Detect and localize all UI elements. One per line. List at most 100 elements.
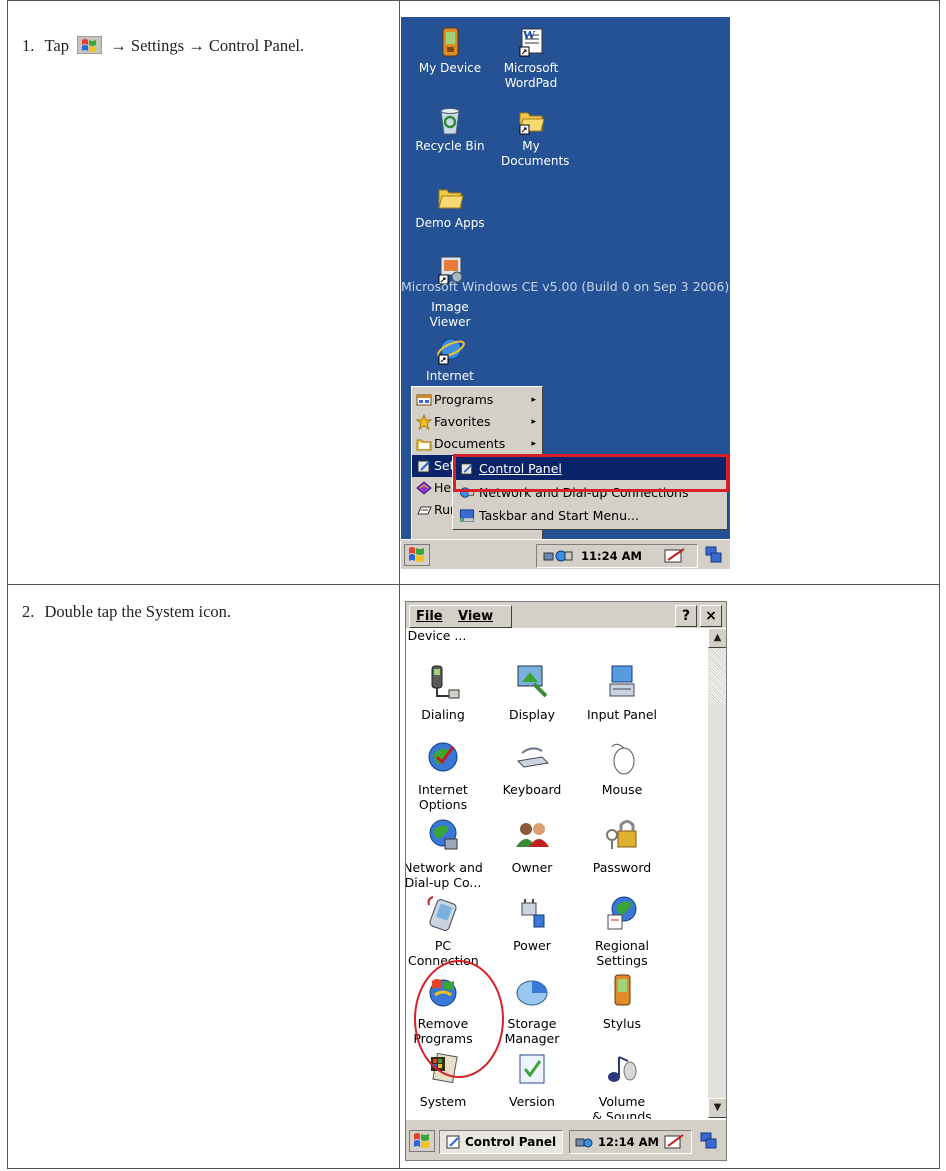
menu-file[interactable]: File (416, 606, 443, 627)
cp-item-label: Mouse (601, 782, 643, 797)
help-icon (416, 481, 432, 495)
run-icon (417, 506, 432, 515)
password-icon (606, 820, 637, 849)
desktop-switch-icon[interactable] (704, 545, 724, 565)
taskbar: 11:24 AM (401, 539, 730, 569)
cp-item-label: Owner (511, 860, 553, 875)
start-menu-item-programs[interactable]: Programs ▸ (412, 389, 542, 411)
desktop-icon-wordpad[interactable]: W Microsoft WordPad (486, 25, 576, 91)
desktop-icon-demo-apps[interactable]: Demo Apps (405, 180, 495, 231)
wordpad-icon: W (519, 28, 543, 57)
cp-item-password[interactable]: Password (577, 815, 667, 875)
menu-bar: File View ? × (406, 602, 726, 628)
programs-icon (416, 394, 432, 406)
cp-item-label: Password (592, 860, 652, 875)
desktop-icon-label: Recycle Bin (415, 139, 485, 153)
cp-item-volume-sounds[interactable]: Volume & Sounds (577, 1049, 667, 1124)
taskbar-button-label: Control Panel (465, 1135, 557, 1149)
storage-manager-icon (516, 980, 548, 1006)
desktop-icon-my-device[interactable]: My Device (405, 25, 495, 76)
connection-icon[interactable] (575, 1135, 593, 1150)
submenu-arrow-icon: ▸ (531, 417, 536, 427)
start-button-icon[interactable] (409, 1130, 435, 1152)
step-number: 1. (22, 36, 35, 55)
input-panel-icon[interactable] (664, 1134, 688, 1150)
desktop-icon-label: Demo Apps (415, 216, 485, 230)
control-panel-screenshot: File View ? × ▲ ▼ Device ... Dialing Dis… (405, 601, 727, 1161)
step-path: → Settings → Control Panel. (110, 36, 305, 55)
scroll-thumb-track[interactable] (708, 648, 726, 704)
clock-text: 11:24 AM (581, 549, 642, 563)
internet-options-icon (428, 742, 458, 772)
power-icon (521, 899, 545, 928)
network-globe-icon (429, 819, 458, 850)
menu-container: File View (409, 605, 512, 628)
settings-icon (417, 460, 430, 473)
connection-icon[interactable] (543, 549, 573, 564)
cp-item-input-panel[interactable]: Input Panel (577, 662, 667, 722)
start-menu-item-documents[interactable]: Documents ▸ (412, 433, 542, 455)
menu-view[interactable]: View (458, 606, 493, 627)
desktop-icon-recycle-bin[interactable]: Recycle Bin (405, 103, 495, 154)
windows-start-icon (77, 36, 103, 54)
cp-item-power[interactable]: Power (487, 893, 577, 953)
cp-item-label: Stylus (602, 1016, 642, 1031)
start-menu-item-favorites[interactable]: Favorites ▸ (412, 411, 542, 433)
folder-icon (519, 112, 545, 135)
pc-connection-icon (427, 896, 457, 931)
cp-item-stylus[interactable]: Stylus (577, 971, 667, 1031)
menu-label: Favorites (434, 414, 491, 429)
cp-item-label: Input Panel (586, 707, 658, 722)
cp-item-mouse[interactable]: Mouse (577, 737, 667, 797)
desktop-switch-icon[interactable] (699, 1131, 719, 1151)
recycle-bin-icon (440, 108, 460, 135)
desktop-icon-internet[interactable]: Internet (405, 333, 495, 384)
volume-icon (608, 1056, 637, 1082)
step-number: 2. (22, 602, 35, 621)
cp-item-label: Regional Settings (595, 938, 649, 968)
internet-explorer-icon (437, 338, 465, 365)
cp-item-pc-connection[interactable]: PC Connection (406, 893, 488, 968)
help-button[interactable]: ? (675, 605, 697, 627)
input-panel-icon[interactable] (664, 548, 690, 564)
cp-item-label: System (419, 1094, 467, 1109)
cp-item-keyboard[interactable]: Keyboard (487, 737, 577, 797)
vertical-scrollbar[interactable]: ▲ ▼ (708, 628, 726, 1118)
partial-item-label: Device ... (407, 628, 467, 643)
start-button-icon[interactable] (404, 544, 430, 566)
scroll-down-arrow-icon[interactable]: ▼ (708, 1098, 726, 1118)
cp-item-dialing[interactable]: Dialing (406, 662, 488, 722)
system-tray: 12:14 AM (569, 1130, 692, 1154)
cp-item-label: Display (508, 707, 556, 722)
keyboard-icon (516, 747, 550, 768)
desktop-icon-label: Image Viewer (429, 300, 471, 329)
cp-item-internet-options[interactable]: Internet Options (406, 737, 488, 812)
system-tray: 11:24 AM (536, 544, 698, 568)
cp-item-version[interactable]: Version (487, 1049, 577, 1109)
regional-settings-icon (607, 896, 637, 930)
desktop-icon-image-viewer-label: Image Viewer (405, 300, 495, 330)
close-button[interactable]: × (700, 605, 722, 627)
menu-item-taskbar-start-menu[interactable]: Taskbar and Start Menu... (453, 504, 727, 527)
cp-item-network[interactable]: Network and Dial-up Co... (406, 815, 488, 890)
cp-item-display[interactable]: Display (487, 662, 577, 722)
callout-highlight-box (453, 454, 729, 492)
cp-item-owner[interactable]: Owner (487, 815, 577, 875)
desktop-icon-my-documents[interactable]: My Documents (486, 103, 576, 169)
cp-item-regional-settings[interactable]: Regional Settings (577, 893, 667, 968)
desktop-icon-label: Internet (426, 369, 474, 383)
taskbar-control-panel-button[interactable]: Control Panel (439, 1130, 563, 1154)
menu-label: Documents (434, 436, 506, 451)
desktop-icon-label: My Device (418, 61, 482, 75)
owner-icon (516, 823, 549, 847)
desktop-icon-label: Microsoft WordPad (503, 61, 559, 90)
step-verb: Tap (44, 36, 70, 55)
clock-text: 12:14 AM (598, 1135, 659, 1149)
svg-text:W: W (522, 29, 536, 42)
mouse-icon (611, 743, 635, 775)
scroll-up-arrow-icon[interactable]: ▲ (708, 628, 726, 648)
column-divider (399, 1, 400, 1168)
cp-item-label: Dialing (421, 707, 465, 722)
step-2-text: 2. Double tap the System icon. (22, 602, 231, 622)
os-version-watermark: Microsoft Windows CE v5.00 (Build 0 on S… (401, 279, 730, 294)
